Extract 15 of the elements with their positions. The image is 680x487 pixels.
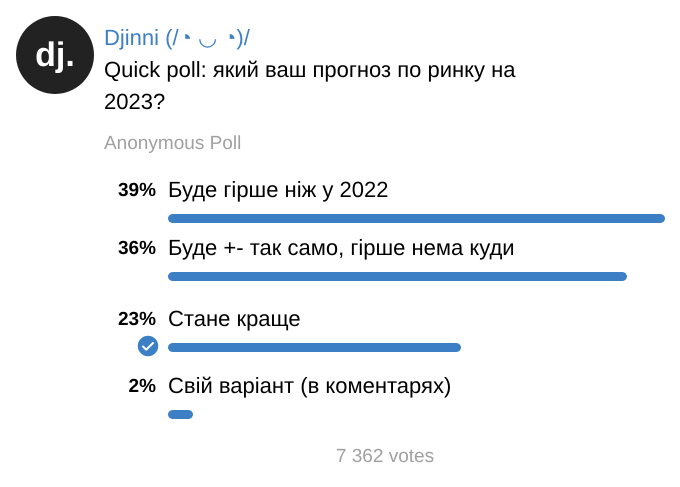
option-text: Стане краще xyxy=(168,304,302,332)
vote-percentage: 36% xyxy=(118,236,156,260)
poll-question: Quick poll: який ваш прогноз по ринку на 2023? xyxy=(104,56,517,116)
check-icon xyxy=(136,334,160,358)
result-bar xyxy=(168,410,194,418)
option-text: Буде +- так само, гірше нема куди xyxy=(168,234,516,262)
option-text: Свій варіант (в коментарях) xyxy=(168,372,452,400)
vote-percentage: 23% xyxy=(118,308,156,332)
channel-name[interactable]: Djinni (/◔ ◡ ◔)/ xyxy=(104,24,664,52)
vote-count: 7 362 votes xyxy=(336,444,434,468)
vote-percentage: 39% xyxy=(118,178,156,202)
option-text: Буде гірше ніж у 2022 xyxy=(168,176,390,204)
poll-type-label: Anonymous Poll xyxy=(104,132,242,156)
vote-percentage: 2% xyxy=(128,374,156,398)
avatar: dj. xyxy=(16,16,94,94)
